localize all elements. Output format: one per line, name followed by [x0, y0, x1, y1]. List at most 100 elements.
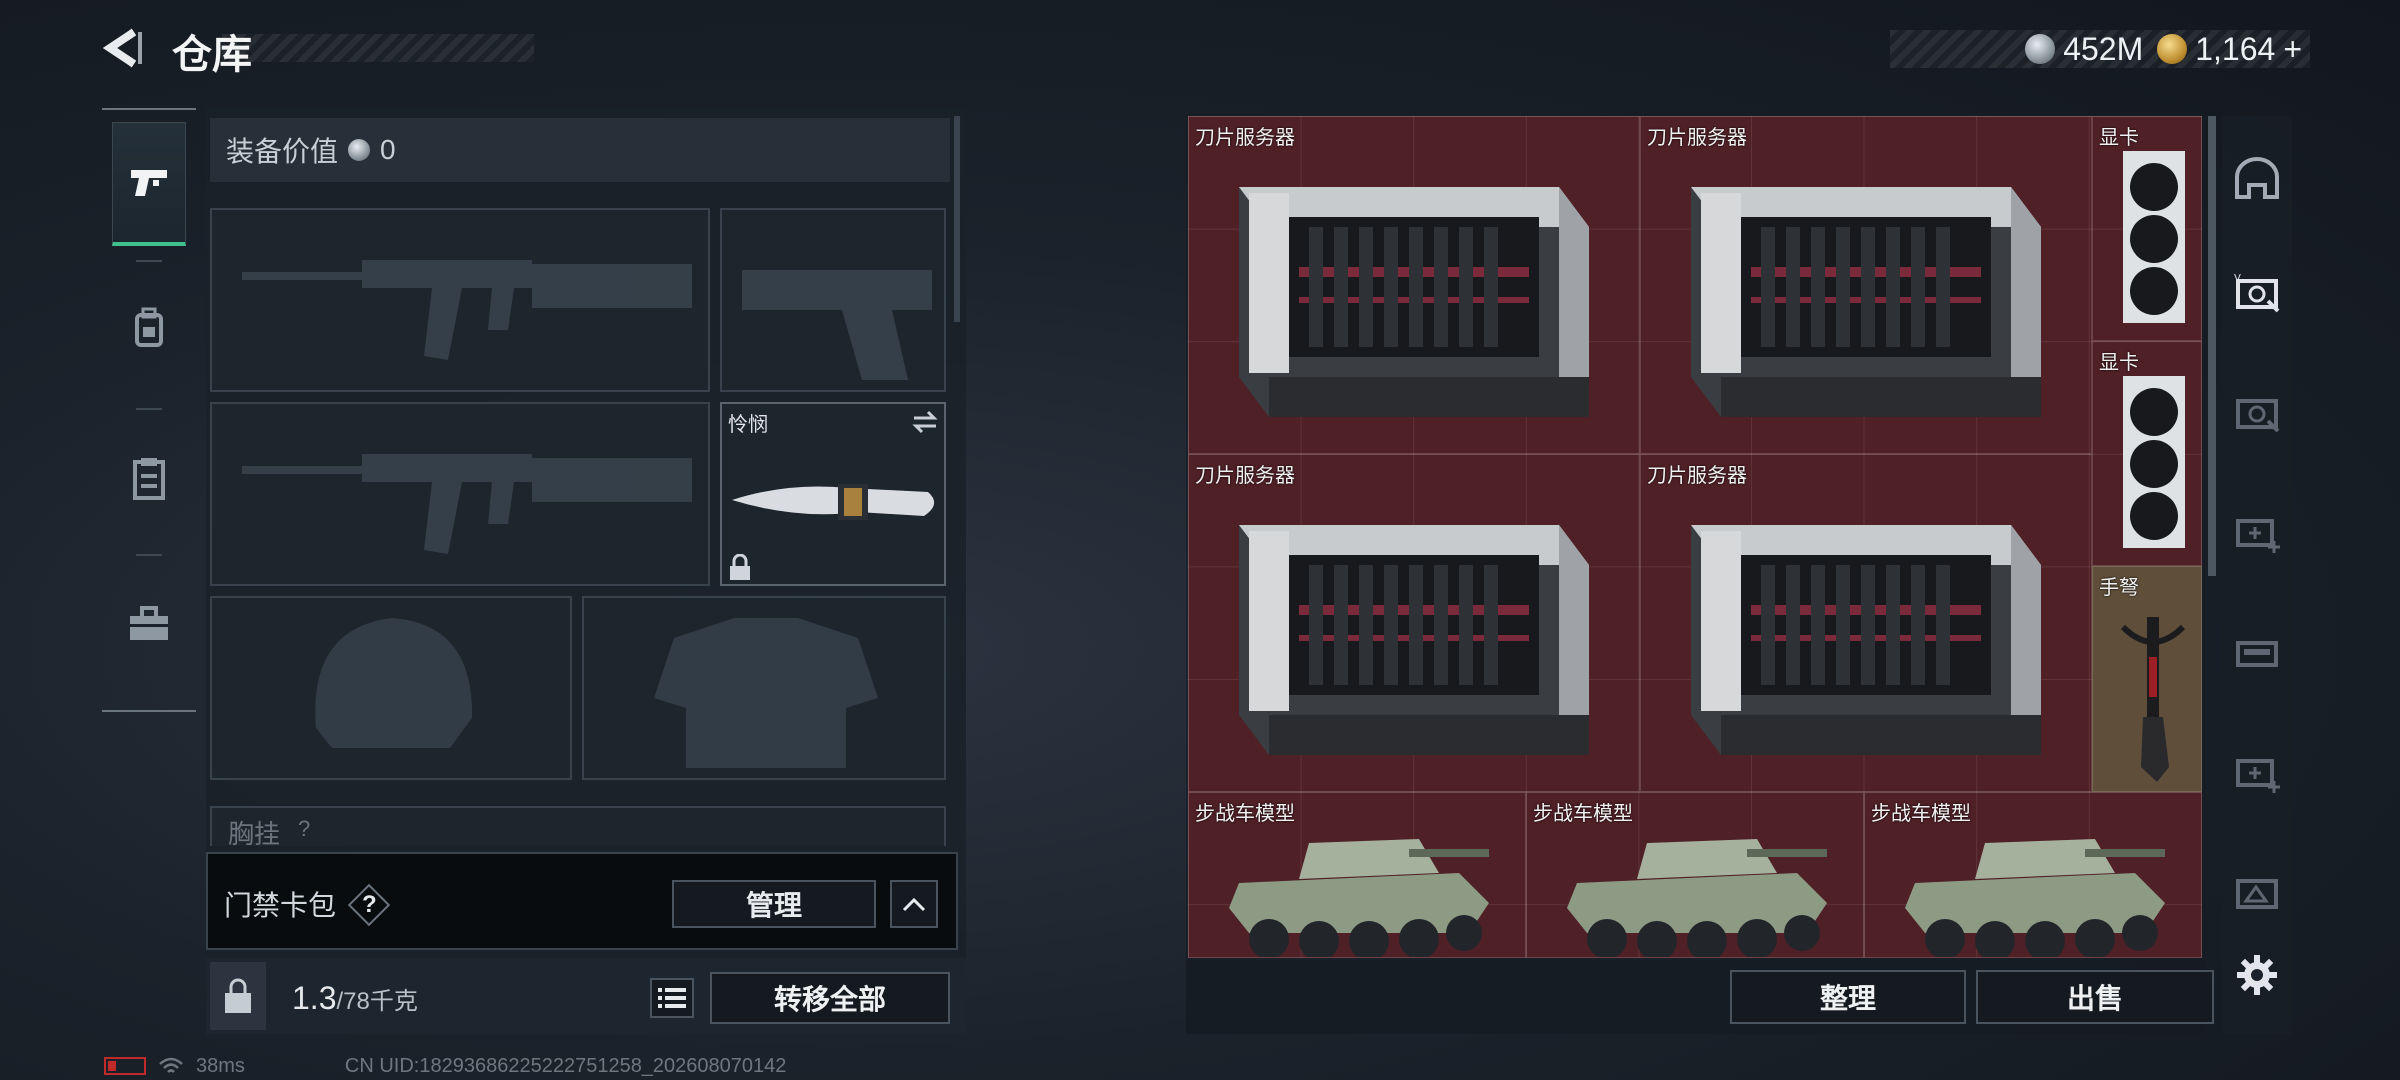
- item-label: 刀片服务器: [1195, 465, 1295, 487]
- server-icon: [1691, 525, 2041, 755]
- stash-scrollbar[interactable]: [2208, 116, 2216, 576]
- stash-item-blade-server[interactable]: 刀片服务器: [1188, 454, 1640, 792]
- sell-button[interactable]: 出售: [1976, 970, 2214, 1024]
- stash-tab-iii-2[interactable]: [2226, 862, 2288, 924]
- item-label: 刀片服务器: [1647, 465, 1747, 487]
- item-label: 刀片服务器: [1195, 127, 1295, 149]
- rail-divider: [136, 554, 162, 556]
- transfer-all-button[interactable]: 转移全部: [710, 972, 950, 1024]
- pistol-silhouette-icon: [742, 270, 932, 380]
- stash-item-gpu[interactable]: 显卡: [2092, 116, 2202, 341]
- crossbow-icon: [2120, 617, 2186, 782]
- card-pack-help-button[interactable]: ?: [347, 883, 391, 927]
- toolbox-icon: [130, 606, 168, 640]
- stash-tab-grid-iv[interactable]: [2226, 382, 2288, 444]
- stash-item-ifv-model[interactable]: 步战车模型: [1864, 792, 2202, 958]
- page-title: 仓库: [172, 33, 252, 77]
- stash-item-ifv-model[interactable]: 步战车模型: [1526, 792, 1864, 958]
- primary-weapon-slot-2[interactable]: [210, 402, 710, 586]
- stash-tab-helmet[interactable]: [2226, 148, 2288, 210]
- gold-coin-icon: [2157, 34, 2188, 64]
- stash-tab-add-iv[interactable]: [2226, 502, 2288, 564]
- stash-item-blade-server[interactable]: 刀片服务器: [1640, 454, 2092, 792]
- sort-button[interactable]: 整理: [1730, 970, 1966, 1024]
- stash-tab-grid[interactable]: V: [2226, 262, 2288, 324]
- pistol-icon: [131, 169, 167, 196]
- clipboard-icon: [133, 458, 165, 500]
- wifi-icon: [159, 1057, 183, 1073]
- battery-icon: [104, 1057, 146, 1075]
- uid-text: CN UID:18293686225222751258_202608070142: [344, 1054, 787, 1077]
- melee-slot-label: 怜悯: [728, 414, 768, 436]
- equipment-value: 0: [380, 134, 396, 165]
- equipment-value-bar: 装备价值 0: [210, 118, 950, 182]
- gpu-icon: [2123, 151, 2185, 323]
- item-label: 步战车模型: [1195, 803, 1295, 825]
- helmet-slot[interactable]: [210, 596, 572, 780]
- armor-slot[interactable]: [582, 596, 946, 780]
- item-label: 显卡: [2099, 352, 2139, 374]
- vest-icon: [654, 618, 878, 768]
- ifv-model-icon: [1567, 839, 1827, 957]
- title-stripe-decoration: [222, 34, 534, 62]
- weight-lock-box[interactable]: [210, 962, 266, 1030]
- category-vest[interactable]: [112, 416, 186, 540]
- stash-tab-add-iv-2[interactable]: [2226, 742, 2288, 804]
- manage-button[interactable]: 管理: [672, 880, 876, 928]
- rail-divider: [136, 408, 162, 410]
- equipment-scrollbar[interactable]: [954, 116, 960, 322]
- grid-add-iv-2-icon: [2236, 759, 2280, 793]
- weight-lock-icon: [225, 978, 251, 1013]
- item-label: 步战车模型: [1871, 803, 1971, 825]
- weight-max: /78千克: [336, 988, 418, 1015]
- card-pack-label: 门禁卡包: [224, 890, 337, 921]
- swap-icon[interactable]: [910, 408, 940, 436]
- rail-divider: [136, 260, 162, 262]
- backpack-icon: [135, 307, 163, 347]
- settings-gear-icon: [2237, 955, 2277, 995]
- grid-iii-2-icon: [2236, 879, 2278, 909]
- silver-coin-icon: [2025, 34, 2056, 64]
- item-label: 步战车模型: [1533, 803, 1633, 825]
- lock-icon: [730, 554, 750, 580]
- stash-item-gpu[interactable]: 显卡: [2092, 341, 2202, 566]
- back-arrow-icon: [102, 28, 142, 68]
- helmet-icon: [315, 618, 473, 748]
- melee-slot[interactable]: 怜悯: [720, 402, 946, 586]
- sidearm-slot[interactable]: [720, 208, 946, 392]
- back-button[interactable]: [100, 26, 144, 70]
- stash-grid: 刀片服务器 刀片服务器 显卡 显卡 刀片服务器 刀片服务器 手弩 步战车模型 步…: [1188, 116, 2202, 958]
- category-weapons[interactable]: [112, 122, 186, 246]
- silver-currency-value: 452M: [2063, 30, 2144, 67]
- server-icon: [1239, 525, 1589, 755]
- rifle-icon: [242, 454, 692, 554]
- stash-item-ifv-model[interactable]: 步战车模型: [1188, 792, 1526, 958]
- stash-item-crossbow[interactable]: 手弩: [2092, 566, 2202, 792]
- ifv-model-icon: [1905, 839, 2165, 957]
- helmet-slot-icon: [2235, 157, 2279, 199]
- rifle-icon: [242, 260, 692, 360]
- chevron-up-icon: [902, 897, 926, 912]
- item-label: 刀片服务器: [1647, 127, 1747, 149]
- gpu-icon: [2123, 376, 2185, 548]
- list-icon: [658, 988, 686, 1008]
- primary-weapon-slot-1[interactable]: [210, 208, 710, 392]
- category-backpack[interactable]: [112, 266, 186, 390]
- server-icon: [1691, 187, 2041, 417]
- silver-currency[interactable]: 452M: [2025, 31, 2143, 68]
- stash-item-blade-server[interactable]: 刀片服务器: [1640, 116, 2092, 454]
- chest-rig-slot[interactable]: 胸挂 ?: [210, 806, 946, 846]
- item-label: 显卡: [2099, 127, 2139, 149]
- knife-icon: [732, 484, 935, 520]
- category-toolbox[interactable]: [112, 562, 186, 686]
- gold-currency-add[interactable]: +: [2283, 31, 2302, 68]
- collapse-button[interactable]: [890, 880, 938, 928]
- list-view-button[interactable]: [650, 978, 694, 1018]
- stash-item-blade-server[interactable]: 刀片服务器: [1188, 116, 1640, 454]
- svg-text:V: V: [2234, 273, 2241, 284]
- currency-bar: 452M 1,164 +: [1890, 30, 2310, 68]
- settings-button[interactable]: [2226, 944, 2288, 1006]
- stash-tab-iii[interactable]: [2226, 622, 2288, 684]
- gold-currency[interactable]: 1,164 +: [2157, 31, 2302, 68]
- grid-tool-iv-icon: [2236, 399, 2280, 433]
